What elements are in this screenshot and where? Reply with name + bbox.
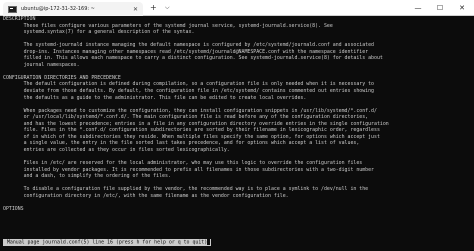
man-page-text: DESCRIPTION These files configure variou… xyxy=(3,16,389,212)
new-tab-button[interactable]: + xyxy=(150,3,157,13)
maximize-button[interactable]: ☐ xyxy=(430,1,450,14)
close-button[interactable]: ✕ xyxy=(452,1,472,14)
terminal-icon xyxy=(8,5,17,13)
pager-status-line: Manual page journald.conf(5) line 16 (pr… xyxy=(3,239,212,247)
minimize-button[interactable]: — xyxy=(408,1,428,14)
tab-close-icon[interactable]: ✕ xyxy=(133,6,138,13)
title-bar: ubuntu@ip-172-31-32-169: ~ ✕ + ⌵ — ☐ ✕ xyxy=(0,0,474,16)
terminal-tab[interactable]: ubuntu@ip-172-31-32-169: ~ ✕ xyxy=(3,2,143,16)
text-cursor xyxy=(207,239,211,245)
tab-title: ubuntu@ip-172-31-32-169: ~ xyxy=(21,6,95,12)
terminal-output[interactable]: DESCRIPTION These files configure variou… xyxy=(0,16,474,251)
pager-status-text: Manual page journald.conf(5) line 16 (pr… xyxy=(4,239,208,246)
tab-dropdown-icon[interactable]: ⌵ xyxy=(165,3,170,13)
terminal-window: ubuntu@ip-172-31-32-169: ~ ✕ + ⌵ — ☐ ✕ D… xyxy=(0,0,474,251)
scrollbar[interactable] xyxy=(470,16,474,251)
